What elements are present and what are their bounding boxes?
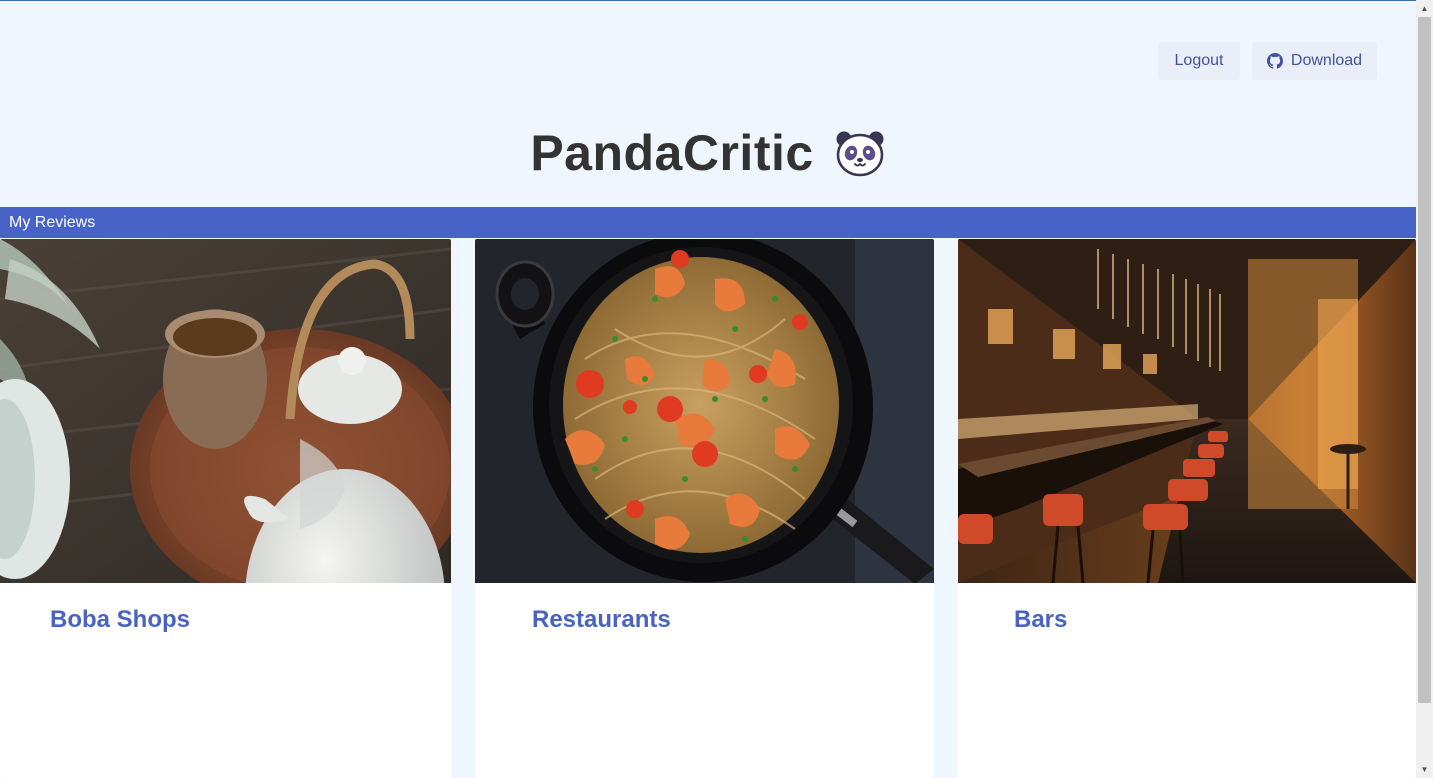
top-border	[0, 0, 1416, 1]
card-bars[interactable]: Bars	[958, 239, 1416, 778]
app-title: PandaCritic	[530, 125, 814, 181]
logout-button[interactable]: Logout	[1158, 42, 1240, 80]
scroll-up-arrow-icon[interactable]: ▲	[1416, 0, 1433, 17]
nav-label: My Reviews	[9, 213, 96, 231]
download-label: Download	[1290, 52, 1363, 69]
logout-label: Logout	[1174, 52, 1224, 69]
app-header: PandaCritic	[0, 124, 1416, 182]
card-restaurants[interactable]: Restaurants	[475, 239, 934, 778]
card-title[interactable]: Bars	[1014, 606, 1067, 634]
card-boba-shops[interactable]: Boba Shops	[0, 239, 451, 778]
teapot-and-tea-cup-photo	[0, 239, 451, 583]
shrimp-spaghetti-pan-photo	[475, 239, 934, 583]
scroll-down-arrow-icon[interactable]: ▼	[1416, 761, 1433, 778]
panda-face-icon	[836, 131, 884, 177]
github-icon	[1266, 53, 1283, 69]
bar-interior-photo	[958, 239, 1416, 583]
card-title[interactable]: Restaurants	[532, 606, 671, 634]
vertical-scrollbar[interactable]: ▲ ▼	[1416, 0, 1433, 778]
card-title[interactable]: Boba Shops	[50, 606, 190, 634]
my-reviews-nav[interactable]: My Reviews	[0, 207, 1416, 238]
download-button[interactable]: Download	[1252, 42, 1377, 80]
scrollbar-thumb[interactable]	[1418, 17, 1431, 703]
